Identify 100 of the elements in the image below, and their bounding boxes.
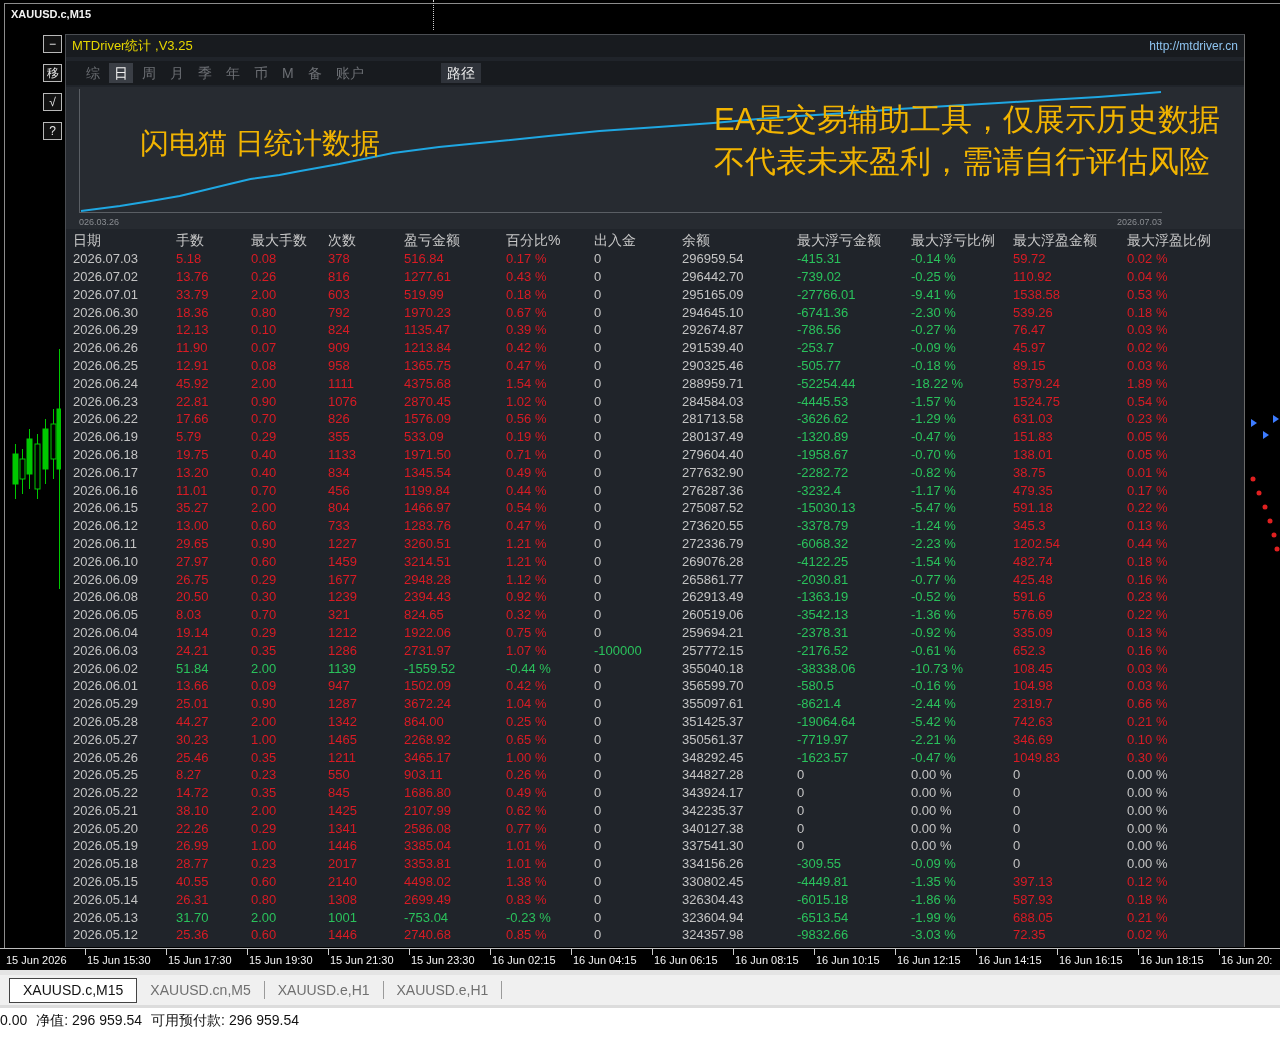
table-cell: 0.70 xyxy=(251,482,277,498)
chart-tab[interactable]: XAUUSD.c,M15 xyxy=(9,977,138,1003)
table-cell: 2026.06.26 xyxy=(73,340,139,356)
table-cell: 0 xyxy=(594,304,602,320)
table-cell: 25.01 xyxy=(176,696,209,712)
table-cell: 0.05 % xyxy=(1127,446,1168,462)
period-tab[interactable]: M xyxy=(277,63,299,83)
table-cell: 2026.05.27 xyxy=(73,731,139,747)
path-button[interactable]: 路径 xyxy=(440,63,481,83)
period-tab[interactable]: 综 xyxy=(81,63,105,83)
table-cell: 587.93 xyxy=(1013,891,1053,907)
table-cell: 864.00 xyxy=(404,713,444,729)
table-cell: 792 xyxy=(328,304,350,320)
period-tab[interactable]: 币 xyxy=(249,63,273,83)
table-cell: 0.16 % xyxy=(1127,642,1168,658)
chart-caption: 闪电猫 日统计数据 xyxy=(140,126,381,161)
table-cell: 0.00 % xyxy=(911,838,952,854)
table-cell: 292674.87 xyxy=(682,322,744,338)
table-cell: 2.00 xyxy=(251,286,277,302)
table-cell: 1342 xyxy=(328,713,357,729)
table-cell: -19064.64 xyxy=(797,713,856,729)
table-cell: 1135.47 xyxy=(404,322,451,338)
table-cell: -15030.13 xyxy=(797,500,856,516)
table-cell: 1971.50 xyxy=(404,446,451,462)
table-cell: 0.10 % xyxy=(1127,731,1168,747)
period-tab[interactable]: 年 xyxy=(221,63,245,83)
table-cell: 0.60 xyxy=(251,927,277,943)
table-cell: 13.66 xyxy=(176,678,209,694)
table-cell: 519.99 xyxy=(404,286,444,302)
column-header: 最大浮盈比例 xyxy=(1127,232,1211,250)
table-cell: 13.20 xyxy=(176,464,209,480)
table-cell: 2948.28 xyxy=(404,571,451,587)
panel-tool-button[interactable]: − xyxy=(43,35,62,53)
table-cell: 2026.05.20 xyxy=(73,820,139,836)
table-cell: 2140 xyxy=(328,874,357,890)
table-cell: 0.00 % xyxy=(1127,802,1168,818)
column-header: 最大浮盈金额 xyxy=(1013,232,1097,250)
table-cell: -2030.81 xyxy=(797,571,849,587)
time-axis-label: 16 Jun 16:15 xyxy=(1059,953,1123,966)
table-cell: 0 xyxy=(594,429,602,445)
table-cell: 2740.68 xyxy=(404,927,451,943)
time-axis-label: 15 Jun 23:30 xyxy=(411,953,475,966)
table-cell: -0.14 % xyxy=(911,251,956,267)
axis-date-label: 026.03.26 xyxy=(79,217,120,227)
table-cell: 151.83 xyxy=(1013,429,1053,445)
table-cell: 12.13 xyxy=(176,322,209,338)
table-cell: 1.21 % xyxy=(506,535,547,551)
period-tab[interactable]: 月 xyxy=(165,63,189,83)
table-cell: 1227 xyxy=(328,535,357,551)
table-cell: -4122.25 xyxy=(797,553,849,569)
panel-tool-button[interactable]: ? xyxy=(43,122,62,140)
period-tab[interactable]: 日 xyxy=(109,63,133,83)
table-cell: 1.54 % xyxy=(506,375,547,391)
period-tab[interactable]: 季 xyxy=(193,63,217,83)
table-cell: -580.5 xyxy=(797,678,834,694)
panel-tool-button[interactable]: √ xyxy=(43,93,62,111)
table-cell: 1345.54 xyxy=(404,464,451,480)
period-tab[interactable]: 备 xyxy=(302,63,327,83)
table-cell: 0 xyxy=(594,411,602,427)
time-axis-label: 15 Jun 17:30 xyxy=(168,953,232,966)
table-cell: 0 xyxy=(594,482,602,498)
website-link[interactable]: http://mtdriver.cn xyxy=(1149,39,1238,53)
table-cell: 0 xyxy=(594,357,602,373)
table-cell: 1502.09 xyxy=(404,678,451,694)
table-cell: -2378.31 xyxy=(797,624,849,640)
time-axis-label: 16 Jun 18:15 xyxy=(1140,953,1204,966)
column-header: 出入金 xyxy=(594,232,636,250)
table-cell: 2870.45 xyxy=(404,393,451,409)
table-cell: 0.60 xyxy=(251,874,277,890)
table-cell: 425.48 xyxy=(1013,571,1053,587)
table-cell: 0.21 % xyxy=(1127,713,1168,729)
table-cell: 0 xyxy=(594,571,602,587)
table-cell: -505.77 xyxy=(797,357,842,373)
table-cell: 334156.26 xyxy=(682,856,744,872)
chart-tab[interactable]: XAUUSD.e,H1 xyxy=(264,981,384,999)
period-tab[interactable]: 账户 xyxy=(330,63,369,83)
period-tab[interactable]: 周 xyxy=(137,63,161,83)
chart-tab[interactable]: XAUUSD.cn,M5 xyxy=(137,981,265,999)
chart-tab[interactable]: XAUUSD.e,H1 xyxy=(383,981,503,999)
table-cell: 280137.49 xyxy=(682,429,744,445)
table-cell: 1283.76 xyxy=(404,518,451,534)
table-cell: 2026.05.15 xyxy=(73,874,139,890)
table-cell: 0.90 xyxy=(251,696,277,712)
table-cell: 0.35 xyxy=(251,749,277,765)
table-cell: 0.29 xyxy=(251,571,277,587)
table-cell: 631.03 xyxy=(1013,411,1053,427)
table-cell: 24.21 xyxy=(176,642,209,658)
table-cell: 2026.06.16 xyxy=(73,482,139,498)
trade-dot-icon xyxy=(1262,504,1268,510)
table-cell: 0.17 % xyxy=(506,251,547,267)
table-cell: -1320.89 xyxy=(797,429,849,445)
table-cell: 0 xyxy=(594,500,602,516)
table-cell: 1465 xyxy=(328,731,357,747)
table-cell: 13.76 xyxy=(176,269,209,284)
table-cell: 0.44 % xyxy=(1127,535,1168,551)
table-cell: 324357.98 xyxy=(682,927,744,943)
table-cell: 1001 xyxy=(328,909,357,925)
table-cell: 26.75 xyxy=(176,571,209,587)
table-cell: -1.54 % xyxy=(911,553,956,569)
panel-tool-button[interactable]: 移 xyxy=(43,64,62,82)
